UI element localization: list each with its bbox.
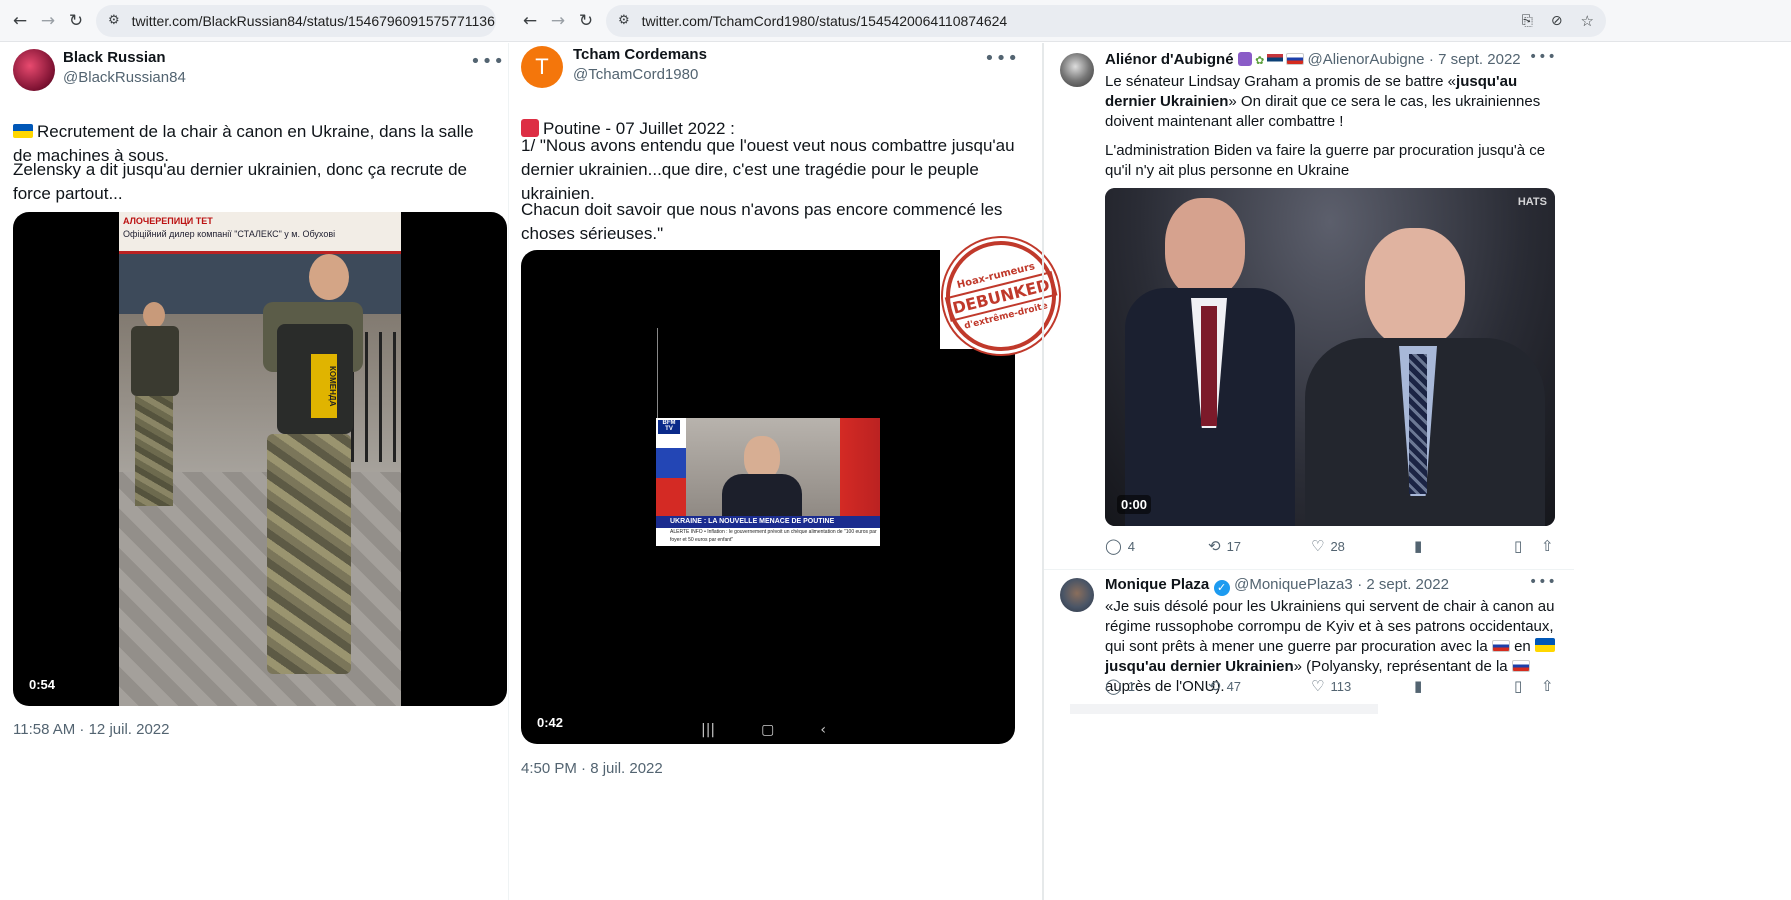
eye-slash-icon[interactable]: ⊘ <box>1551 13 1563 29</box>
android-nav-bar: ||| ▢ ‹ <box>701 722 826 738</box>
retweet-icon: ⟲ <box>1208 537 1221 555</box>
video-duration: 0:42 <box>533 713 568 732</box>
person-figure <box>1125 188 1295 526</box>
reply-tweet[interactable]: Monique Plaza ✓ @MoniquePlaza3 · 2 sept.… <box>1044 570 1574 710</box>
author-name[interactable]: Tcham Cordemans <box>573 46 707 63</box>
share-icon: ⇧ <box>1541 677 1554 695</box>
replies-panel: Aliénor d'Aubigné ✿ @AlienorAubigne · 7 … <box>1044 43 1791 900</box>
browser-toolbar-right: ← → ↻ ⚙ twitter.com/TchamCord1980/status… <box>508 0 1791 42</box>
russia-flag-icon <box>1286 53 1305 65</box>
reply-button[interactable]: ◯ 4 <box>1105 537 1208 555</box>
more-options-icon[interactable]: ••• <box>984 48 1019 69</box>
emoji-flags: ✿ <box>1238 52 1307 67</box>
site-settings-icon[interactable]: ⚙ <box>618 13 630 28</box>
tweet-panel-2: T Tcham Cordemans @TchamCord1980 ••• Pou… <box>509 43 1068 900</box>
tv-frame: BFM TV UKRAINE : LA NOUVELLE MENACE DE P… <box>656 418 880 546</box>
star-bookmark-icon[interactable]: ☆ <box>1581 12 1594 30</box>
reply-date[interactable]: · 2 sept. 2022 <box>1357 576 1449 593</box>
url-text: twitter.com/BlackRussian84/status/154679… <box>131 12 495 29</box>
tweet-panel-1: Black Russian @BlackRussian84 ••• Recrut… <box>0 43 508 900</box>
avatar[interactable]: T <box>521 46 563 88</box>
bookmark-button[interactable]: ▯ <box>1514 677 1541 695</box>
recents-icon[interactable]: ||| <box>701 722 715 738</box>
russia-flag-icon <box>1491 640 1510 652</box>
video-frame: АЛОЧЕРЕПИЦИ ТЕТ Офіційний дилер компанії… <box>119 212 401 706</box>
video-duration: 0:00 <box>1117 495 1152 514</box>
tweet-text-3: Chacun doit savoir que nous n'avons pas … <box>521 200 1003 243</box>
author-handle[interactable]: @TchamCord1980 <box>573 66 707 83</box>
loading-bar <box>1070 704 1378 714</box>
address-bar[interactable]: ⚙ twitter.com/BlackRussian84/status/1546… <box>96 4 496 37</box>
bookmark-icon: ▯ <box>1514 537 1523 555</box>
tweet-video[interactable]: АЛОЧЕРЕПИЦИ ТЕТ Офіційний дилер компанії… <box>13 212 507 706</box>
video-duration: 0:54 <box>25 675 60 694</box>
soldier-figure: КОМЕНДА <box>237 254 367 674</box>
views-icon: ▮ <box>1414 537 1423 555</box>
browser-toolbar-left: ← → ↻ ⚙ twitter.com/BlackRussian84/statu… <box>0 0 508 42</box>
more-options-icon[interactable]: ••• <box>1529 49 1557 65</box>
back-arrow-icon[interactable]: ← <box>516 7 544 35</box>
avatar[interactable] <box>1060 53 1094 87</box>
reply-text: Le sénateur Lindsay Graham a promis de s… <box>1105 73 1541 130</box>
back-icon[interactable]: ‹ <box>820 722 826 738</box>
more-options-icon[interactable]: ••• <box>470 51 505 72</box>
site-settings-icon[interactable]: ⚙ <box>108 13 120 28</box>
views-button[interactable]: ▮ <box>1414 677 1514 695</box>
more-options-icon[interactable]: ••• <box>1529 574 1557 590</box>
ukraine-flag-icon <box>1535 638 1555 652</box>
reload-icon[interactable]: ↻ <box>572 7 600 35</box>
like-icon: ♡ <box>1311 677 1325 695</box>
author-handle[interactable]: @MoniquePlaza3 <box>1234 576 1353 593</box>
author-name[interactable]: Aliénor d'Aubigné <box>1105 51 1234 68</box>
reply-text-2: L'administration Biden va faire la guerr… <box>1105 142 1546 179</box>
reply-button[interactable]: ◯ 1 <box>1105 677 1208 695</box>
author-handle[interactable]: @BlackRussian84 <box>63 69 186 86</box>
shop-sign: АЛОЧЕРЕПИЦИ ТЕТ Офіційний дилер компанії… <box>119 212 401 254</box>
like-button[interactable]: ♡ 28 <box>1311 537 1414 555</box>
ukraine-flag-icon <box>13 124 33 138</box>
author-name[interactable]: Monique Plaza <box>1105 576 1209 593</box>
share-icon: ⇧ <box>1541 537 1554 555</box>
reply-actions: ◯ 1 ⟲ 47 ♡ 113 ▮ ▯ ⇧ <box>1105 677 1561 695</box>
address-bar[interactable]: ⚙ twitter.com/TchamCord1980/status/15454… <box>606 4 1606 37</box>
vertical-line <box>657 328 658 420</box>
install-app-icon[interactable]: ⎘ <box>1522 13 1533 29</box>
author-handle[interactable]: @AlienorAubigne <box>1307 51 1424 68</box>
like-icon: ♡ <box>1311 537 1325 555</box>
back-arrow-icon[interactable]: ← <box>6 7 34 35</box>
views-icon: ▮ <box>1414 677 1423 695</box>
reply-icon: ◯ <box>1105 677 1122 695</box>
share-button[interactable]: ⇧ <box>1541 677 1554 695</box>
tweet-timestamp[interactable]: 11:58 AM · 12 juil. 2022 <box>13 721 170 738</box>
person-figure <box>1305 228 1545 526</box>
reply-tweet[interactable]: Aliénor d'Aubigné ✿ @AlienorAubigne · 7 … <box>1044 43 1574 573</box>
reload-icon[interactable]: ↻ <box>62 7 90 35</box>
avatar[interactable] <box>1060 578 1094 612</box>
forward-arrow-icon[interactable]: → <box>544 7 572 35</box>
retweet-button[interactable]: ⟲ 47 <box>1208 677 1311 695</box>
views-button[interactable]: ▮ <box>1414 537 1514 555</box>
home-icon[interactable]: ▢ <box>761 722 774 738</box>
bookmark-icon: ▯ <box>1514 677 1523 695</box>
reply-video[interactable]: HATS 0:00 <box>1105 188 1555 526</box>
reply-actions: ◯ 4 ⟲ 17 ♡ 28 ▮ ▯ ⇧ <box>1105 537 1561 555</box>
like-button[interactable]: ♡ 113 <box>1311 677 1414 695</box>
tweet-text-2: Zelensky a dit jusqu'au dernier ukrainie… <box>13 160 468 203</box>
share-button[interactable]: ⇧ <box>1541 537 1554 555</box>
retweet-button[interactable]: ⟲ 17 <box>1208 537 1311 555</box>
verified-badge-icon: ✓ <box>1213 580 1230 596</box>
tweet-text-2: 1/ "Nous avons entendu que l'ouest veut … <box>521 136 1015 203</box>
russia-flag-icon <box>1511 660 1530 672</box>
url-text: twitter.com/TchamCord1980/status/1545420… <box>641 12 1008 29</box>
avatar[interactable] <box>13 49 55 91</box>
soldier-figure <box>127 302 182 506</box>
tweet-timestamp[interactable]: 4:50 PM · 8 juil. 2022 <box>521 760 663 777</box>
bookmark-button[interactable]: ▯ <box>1514 537 1541 555</box>
forward-arrow-icon[interactable]: → <box>34 7 62 35</box>
reply-date[interactable]: · 7 sept. 2022 <box>1429 51 1521 68</box>
retweet-icon: ⟲ <box>1208 677 1221 695</box>
reply-icon: ◯ <box>1105 537 1122 555</box>
author-name[interactable]: Black Russian <box>63 49 186 66</box>
